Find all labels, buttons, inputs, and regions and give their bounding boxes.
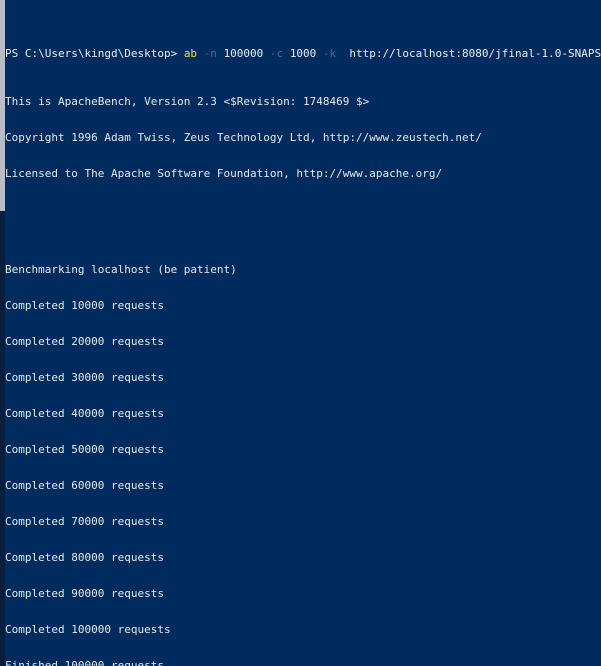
terminal-window[interactable]: PS C:\Users\kingd\Desktop> ab -n 100000 …	[0, 0, 601, 666]
progress-line: Completed 100000 requests	[5, 623, 171, 636]
progress-line: Completed 90000 requests	[5, 587, 164, 600]
flag-n: -n	[197, 47, 224, 60]
banner-line: This is ApacheBench, Version 2.3 <$Revis…	[5, 95, 370, 108]
progress-line: Completed 80000 requests	[5, 551, 164, 564]
command-name: ab	[183, 47, 198, 60]
progress-line: Completed 20000 requests	[5, 335, 164, 348]
value-n: 100000	[223, 47, 264, 60]
progress-line: Completed 40000 requests	[5, 407, 164, 420]
progress-line: Finished 100000 requests	[5, 659, 164, 666]
target-url: http://localhost:8080/jfinal-1.0-SNAPSHO…	[342, 47, 601, 60]
progress-line: Completed 60000 requests	[5, 479, 164, 492]
terminal-screen[interactable]: PS C:\Users\kingd\Desktop> ab -n 100000 …	[5, 0, 601, 666]
progress-line: Benchmarking localhost (be patient)	[5, 263, 237, 276]
progress-line: Completed 10000 requests	[5, 299, 164, 312]
banner-line: Licensed to The Apache Software Foundati…	[5, 167, 443, 180]
progress-line: Completed 30000 requests	[5, 371, 164, 384]
flag-k: -k	[316, 47, 343, 60]
progress-line: Completed 50000 requests	[5, 443, 164, 456]
progress-line: Completed 70000 requests	[5, 515, 164, 528]
flag-c: -c	[263, 47, 290, 60]
banner-line: Copyright 1996 Adam Twiss, Zeus Technolo…	[5, 131, 482, 144]
prompt-line: PS C:\Users\kingd\Desktop> ab -n 100000 …	[5, 48, 601, 60]
value-c: 1000	[289, 47, 317, 60]
prompt-path: PS C:\Users\kingd\Desktop>	[5, 47, 184, 60]
